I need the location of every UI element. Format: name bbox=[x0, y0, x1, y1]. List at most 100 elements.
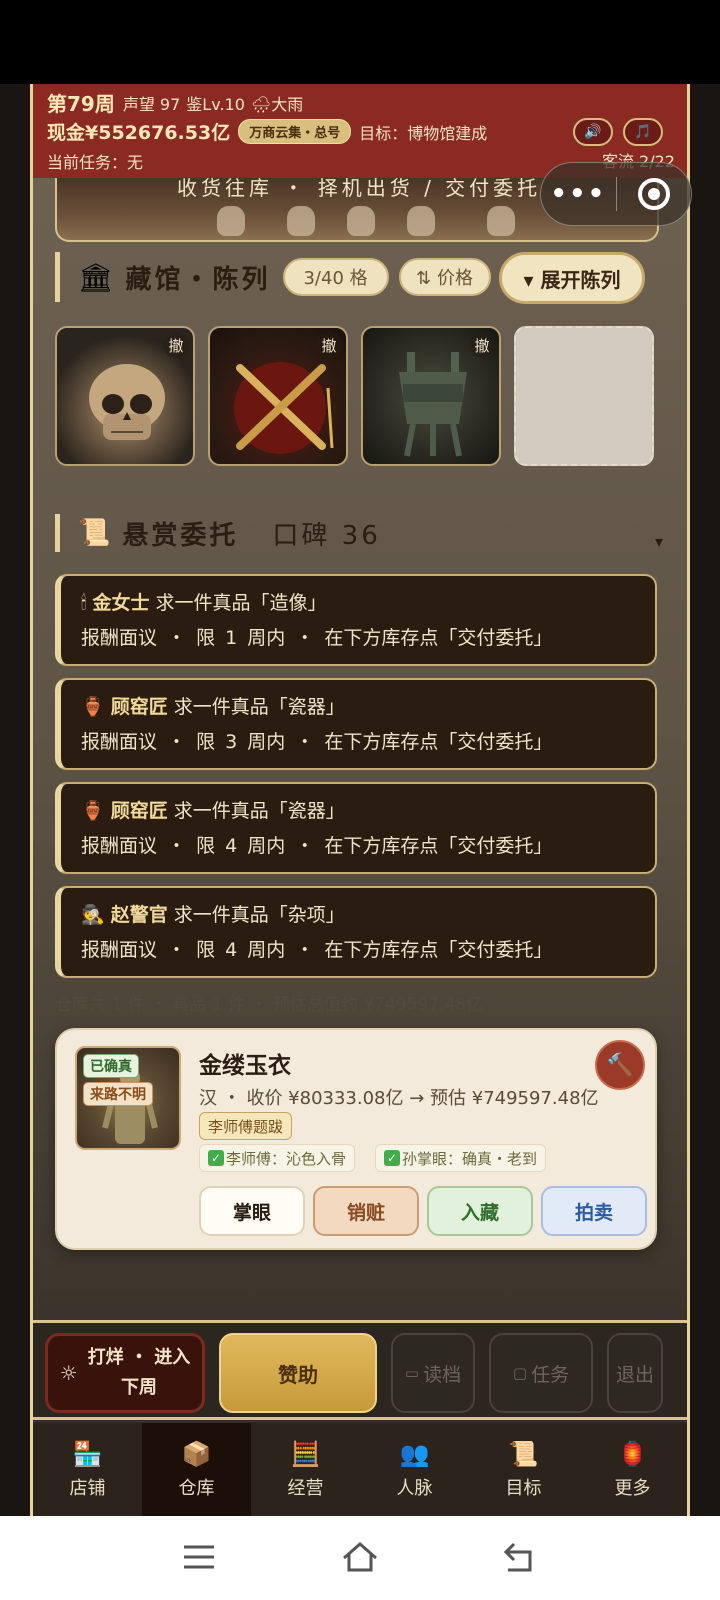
action-bar: ☼ 打烊 ・ 进入 下周 赞助 ▭ 读档 ▢ 任务 退出 bbox=[33, 1320, 687, 1420]
bottom-tab-bar: 🏪 店铺 📦 仓库 🧮 经营 👥 人脉 📜 目标 🏮 更多 bbox=[33, 1423, 687, 1516]
weather-status: 🌧大雨 bbox=[250, 94, 304, 114]
auction-button[interactable]: 拍卖 bbox=[541, 1186, 647, 1236]
warehouse-summary: 仓库共 1 件 ・ 真品 1 件 ・ 预估总值约 ¥749597.48亿 bbox=[55, 995, 484, 1015]
right-margin bbox=[690, 84, 720, 1516]
people-icon: 👥 bbox=[399, 1439, 430, 1468]
scroll-icon: 📜 bbox=[508, 1439, 539, 1468]
sponsor-button[interactable]: 赞助 bbox=[219, 1333, 377, 1413]
miniprogram-capsule: ••• bbox=[540, 162, 692, 226]
music-note-icon: 🎵 bbox=[634, 124, 652, 140]
sound-toggle-button[interactable]: 🔊 bbox=[573, 118, 613, 146]
bounty-title: 悬赏委托 bbox=[122, 520, 239, 551]
check-icon: ✓ bbox=[208, 1150, 224, 1166]
fence-button[interactable]: 销赃 bbox=[313, 1186, 419, 1236]
candle-icon: 🕯 bbox=[81, 592, 87, 614]
bounty-terms: 报酬面议 ・ 限 1 周内 ・ 在下方库存点「交付委托」 bbox=[81, 627, 553, 649]
exhibit-title: 藏馆・陈列 bbox=[125, 264, 271, 295]
status-bar-area bbox=[0, 0, 720, 84]
current-task: 当前任务：无 bbox=[47, 152, 144, 172]
collect-button[interactable]: 入藏 bbox=[427, 1186, 533, 1236]
client-name: 顾窑匠 bbox=[110, 800, 168, 822]
check-icon: ✓ bbox=[384, 1150, 400, 1166]
exit-button[interactable]: 退出 bbox=[607, 1333, 663, 1413]
lantern-icon: 🏮 bbox=[617, 1439, 648, 1468]
system-nav-bar bbox=[0, 1516, 720, 1600]
bounty-request: 求一件真品「瓷器」 bbox=[173, 800, 345, 822]
client-name: 金女士 bbox=[92, 592, 150, 614]
tab-business[interactable]: 🧮 经营 bbox=[251, 1423, 360, 1516]
master-inscription-badge: 李师傅题跋 bbox=[199, 1112, 293, 1140]
provenance-tag: 来路不明 bbox=[83, 1082, 153, 1106]
tab-goals[interactable]: 📜 目标 bbox=[469, 1423, 578, 1516]
back-icon[interactable] bbox=[502, 1540, 538, 1574]
shop-rank-badge: 万商云集・总号 bbox=[238, 119, 352, 144]
item-thumbnail[interactable]: 已确真 来路不明 bbox=[75, 1046, 181, 1150]
task-icon: ▢ bbox=[512, 1364, 528, 1382]
museum-icon: 🏛 bbox=[78, 260, 114, 294]
remove-exhibit-button[interactable]: 撤 bbox=[163, 332, 189, 358]
game-screen: 第79周 声望 97 鉴Lv.10 🌧大雨 现金¥552676.53亿 万商云集… bbox=[30, 84, 690, 1516]
close-miniprogram-icon[interactable] bbox=[617, 178, 692, 210]
client-name: 顾窑匠 bbox=[110, 696, 168, 718]
appraisal-note: ✓ 李师傅：沁色入骨 bbox=[199, 1144, 356, 1172]
item-price-info: 汉 ・ 收价 ¥80333.08亿 → 预估 ¥749597.48亿 bbox=[199, 1088, 599, 1109]
task-button[interactable]: ▢ 任务 bbox=[489, 1333, 593, 1413]
bounty-card[interactable]: 🕯 金女士 求一件真品「造像」 报酬面议 ・ 限 1 周内 ・ 在下方库存点「交… bbox=[55, 574, 657, 666]
exhibit-slot-bronze-ding[interactable]: 撤 bbox=[361, 326, 501, 466]
tab-contacts[interactable]: 👥 人脉 bbox=[360, 1423, 469, 1516]
scroll-icon: 📜 bbox=[78, 518, 111, 548]
client-name: 赵警官 bbox=[110, 904, 168, 926]
banner-text: 收货往库 ・ 择机出货 / 交付委托 bbox=[177, 178, 542, 200]
exhibit-capacity: 3/40 格 bbox=[282, 258, 389, 296]
bounty-terms: 报酬面议 ・ 限 3 周内 ・ 在下方库存点「交付委托」 bbox=[81, 731, 553, 753]
reputation-value: 声望 97 bbox=[122, 94, 181, 114]
bounty-terms: 报酬面议 ・ 限 4 周内 ・ 在下方库存点「交付委托」 bbox=[81, 835, 553, 857]
bounty-section-header: 📜 悬赏委托 口碑 36 bbox=[55, 514, 381, 552]
bounty-card[interactable]: 🏺 顾窑匠 求一件真品「瓷器」 报酬面议 ・ 限 4 周内 ・ 在下方库存点「交… bbox=[55, 782, 657, 874]
bounty-card[interactable]: 🏺 顾窑匠 求一件真品「瓷器」 报酬面议 ・ 限 3 周内 ・ 在下方库存点「交… bbox=[55, 678, 657, 770]
week-counter: 第79周 bbox=[47, 92, 115, 116]
load-save-button[interactable]: ▭ 读档 bbox=[391, 1333, 475, 1413]
detective-icon: 🕵 bbox=[81, 904, 105, 926]
remove-exhibit-button[interactable]: 撤 bbox=[469, 332, 495, 358]
inventory-item-card[interactable]: 已确真 来路不明 金缕玉衣 汉 ・ 收价 ¥80333.08亿 → 预估 ¥74… bbox=[55, 1028, 657, 1250]
expand-exhibit-button[interactable]: ▾ 展开陈列 bbox=[499, 252, 645, 304]
item-name: 金缕玉衣 bbox=[199, 1053, 291, 1079]
authenticated-tag: 已确真 bbox=[83, 1054, 139, 1078]
folder-icon: ▭ bbox=[404, 1364, 420, 1382]
bounty-request: 求一件真品「杂项」 bbox=[173, 904, 345, 926]
next-week-button[interactable]: ☼ 打烊 ・ 进入 下周 bbox=[45, 1333, 205, 1413]
box-icon: 📦 bbox=[181, 1439, 212, 1468]
exhibit-section-header: 🏛 藏馆・陈列 3/40 格 ⇅ 价格 bbox=[55, 252, 491, 302]
menu-icon[interactable] bbox=[182, 1540, 216, 1574]
remove-exhibit-button[interactable]: 撤 bbox=[316, 332, 342, 358]
shop-icon: 🏪 bbox=[72, 1439, 103, 1468]
bounty-terms: 报酬面议 ・ 限 4 周内 ・ 在下方库存点「交付委托」 bbox=[81, 939, 553, 961]
appraisal-note: ✓ 孙掌眼：确真・老到 bbox=[375, 1144, 547, 1172]
home-icon[interactable] bbox=[340, 1540, 380, 1574]
vase-icon: 🏺 bbox=[81, 800, 105, 822]
sort-by-price-button[interactable]: ⇅ 价格 bbox=[398, 258, 491, 296]
tab-warehouse[interactable]: 📦 仓库 bbox=[142, 1423, 251, 1516]
bounty-request: 求一件真品「造像」 bbox=[155, 592, 327, 614]
abacus-icon: 🧮 bbox=[290, 1439, 321, 1468]
hammer-icon[interactable]: 🔨 bbox=[595, 1040, 645, 1090]
tab-more[interactable]: 🏮 更多 bbox=[578, 1423, 687, 1516]
sun-icon: ☼ bbox=[59, 1361, 78, 1385]
goal-text: 目标：博物馆建成 bbox=[359, 123, 488, 143]
tab-shop[interactable]: 🏪 店铺 bbox=[33, 1423, 142, 1516]
exhibit-slot-empty[interactable] bbox=[514, 326, 654, 466]
appraisal-level: 鉴Lv.10 bbox=[186, 94, 245, 114]
word-of-mouth: 口碑 36 bbox=[272, 520, 381, 551]
speaker-icon: 🔊 bbox=[584, 124, 602, 140]
bounty-card[interactable]: 🕵 赵警官 求一件真品「杂项」 报酬面议 ・ 限 4 周内 ・ 在下方库存点「交… bbox=[55, 886, 657, 978]
vase-icon: 🏺 bbox=[81, 696, 105, 718]
collapse-caret-icon[interactable]: ▾ bbox=[655, 532, 663, 551]
exhibit-slot-skull[interactable]: 撤 bbox=[55, 326, 195, 466]
cash-value: 现金¥552676.53亿 bbox=[47, 122, 231, 144]
exhibit-slot-swords[interactable]: 撤 bbox=[208, 326, 348, 466]
music-toggle-button[interactable]: 🎵 bbox=[623, 118, 663, 146]
left-margin bbox=[0, 84, 30, 1516]
appraise-button[interactable]: 掌眼 bbox=[199, 1186, 305, 1236]
more-menu-icon[interactable]: ••• bbox=[541, 179, 616, 209]
